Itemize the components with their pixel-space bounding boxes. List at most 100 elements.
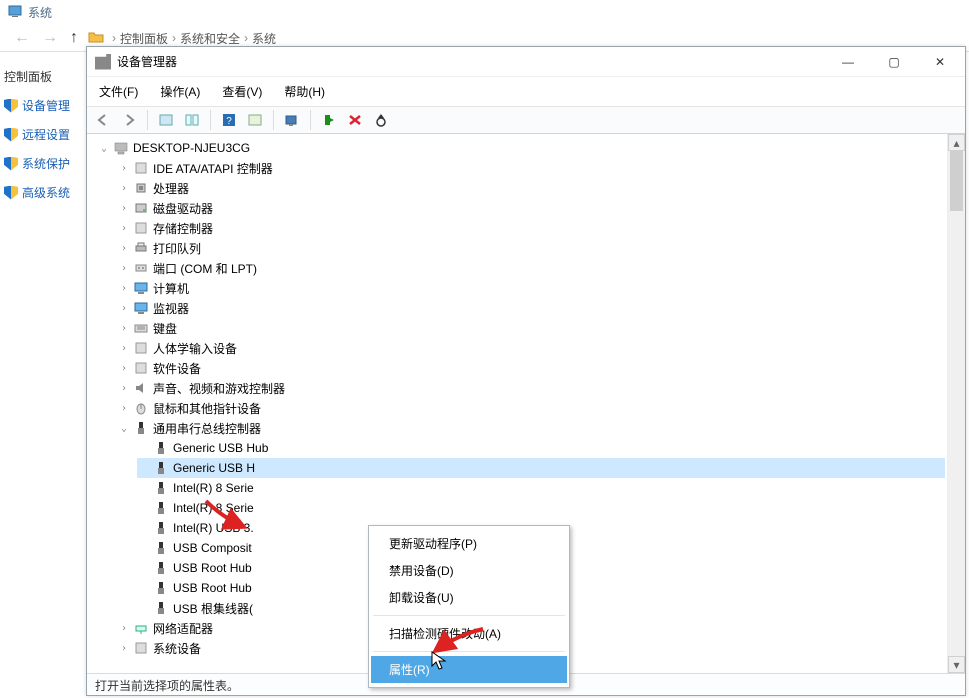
tree-item-label: 磁盘驱动器 <box>153 200 213 217</box>
tree-category[interactable]: ›端口 (COM 和 LPT) <box>117 258 945 278</box>
ide-icon <box>133 160 149 176</box>
expander-icon[interactable]: › <box>117 363 131 374</box>
tree-item-label: 声音、视频和游戏控制器 <box>153 380 285 397</box>
tree-device-usb[interactable]: Generic USB H <box>137 458 945 478</box>
nav-forward-icon[interactable]: → <box>42 29 58 47</box>
svg-text:?: ? <box>226 116 232 127</box>
tree-category-usb[interactable]: ⌄通用串行总线控制器 <box>117 418 945 438</box>
left-item-label: 高级系统 <box>22 184 70 201</box>
left-item-label: 系统保护 <box>22 155 70 172</box>
tree-device-usb[interactable]: Intel(R) 8 Serie <box>137 498 945 518</box>
toolbar-enable-button[interactable] <box>317 109 341 131</box>
maximize-button[interactable]: ▢ <box>871 47 917 77</box>
expander-icon[interactable]: › <box>117 303 131 314</box>
expander-icon[interactable]: › <box>117 623 131 634</box>
breadcrumb-item[interactable]: 系统和安全 <box>180 30 240 47</box>
tree-category[interactable]: › 声音、视频和游戏控制器 <box>117 378 945 398</box>
left-item-remote[interactable]: 远程设置 <box>2 120 84 149</box>
expander-icon[interactable]: › <box>117 203 131 214</box>
expander-icon[interactable]: › <box>117 243 131 254</box>
tree-root[interactable]: ⌄ DESKTOP-NJEU3CG <box>97 138 945 158</box>
usb-icon <box>153 440 169 456</box>
tree-category[interactable]: ›IDE ATA/ATAPI 控制器 <box>117 158 945 178</box>
context-menu: 更新驱动程序(P) 禁用设备(D) 卸载设备(U) 扫描检测硬件改动(A) 属性… <box>368 525 570 688</box>
app-icon <box>95 54 111 70</box>
tree-category[interactable]: › 磁盘驱动器 <box>117 198 945 218</box>
tree-item-label: 软件设备 <box>153 360 201 377</box>
expander-icon[interactable]: › <box>117 403 131 414</box>
tree-category[interactable]: › 存储控制器 <box>117 218 945 238</box>
close-button[interactable]: ✕ <box>917 47 963 77</box>
tree-device-usb[interactable]: Generic USB Hub <box>137 438 945 458</box>
scroll-track[interactable] <box>948 151 965 656</box>
tree-category[interactable]: › 计算机 <box>117 278 945 298</box>
expander-icon[interactable]: › <box>117 223 131 234</box>
printer-icon <box>133 240 149 256</box>
vertical-scrollbar[interactable]: ▴ ▾ <box>948 134 965 673</box>
tree-category[interactable]: › 软件设备 <box>117 358 945 378</box>
left-item-device-manager[interactable]: 设备管理 <box>2 91 84 120</box>
toolbar-back-button[interactable] <box>91 109 115 131</box>
usb-icon <box>153 540 169 556</box>
usb-icon <box>153 580 169 596</box>
nav-up-icon[interactable]: ↑ <box>70 29 78 47</box>
expander-icon[interactable]: › <box>117 383 131 394</box>
left-item-control-panel[interactable]: 控制面板 <box>2 62 84 91</box>
ctx-update-driver[interactable]: 更新驱动程序(P) <box>371 530 567 557</box>
ctx-separator <box>373 615 565 616</box>
titlebar[interactable]: 设备管理器 — ▢ ✕ <box>87 47 965 77</box>
minimize-button[interactable]: — <box>825 47 871 77</box>
scroll-down-button[interactable]: ▾ <box>948 656 965 673</box>
usb-icon <box>153 560 169 576</box>
tree-category[interactable]: ›人体学输入设备 <box>117 338 945 358</box>
ctx-item-label: 属性(R) <box>389 661 430 678</box>
left-item-label: 控制面板 <box>4 68 52 85</box>
ctx-item-label: 更新驱动程序(P) <box>389 535 477 552</box>
toolbar-properties-button[interactable] <box>243 109 267 131</box>
tree-category[interactable]: ›键盘 <box>117 318 945 338</box>
network-icon <box>133 620 149 636</box>
ctx-disable-device[interactable]: 禁用设备(D) <box>371 557 567 584</box>
expander-icon[interactable]: ⌄ <box>97 143 111 154</box>
toolbar-update-button[interactable] <box>369 109 393 131</box>
breadcrumb-item[interactable]: 控制面板 <box>120 30 168 47</box>
toolbar-uninstall-button[interactable] <box>343 109 367 131</box>
tree-category[interactable]: ›鼠标和其他指针设备 <box>117 398 945 418</box>
toolbar-help-button[interactable]: ? <box>217 109 241 131</box>
ctx-uninstall-device[interactable]: 卸载设备(U) <box>371 584 567 611</box>
tree-item-label: 计算机 <box>153 280 189 297</box>
expander-icon[interactable]: ⌄ <box>117 423 131 434</box>
toolbar-scan-button[interactable] <box>280 109 304 131</box>
menu-file[interactable]: 文件(F) <box>97 81 140 102</box>
tree-category[interactable]: ›处理器 <box>117 178 945 198</box>
expander-icon[interactable]: › <box>117 283 131 294</box>
audio-icon <box>133 380 149 396</box>
soft-icon <box>133 360 149 376</box>
tree-item-label: 系统设备 <box>153 640 201 657</box>
menu-view[interactable]: 查看(V) <box>220 81 264 102</box>
tree-category[interactable]: ›打印队列 <box>117 238 945 258</box>
menu-help[interactable]: 帮助(H) <box>282 81 327 102</box>
ctx-properties[interactable]: 属性(R) <box>371 656 567 683</box>
left-item-advanced[interactable]: 高级系统 <box>2 178 84 207</box>
toolbar-show-hidden-button[interactable] <box>154 109 178 131</box>
scroll-up-button[interactable]: ▴ <box>948 134 965 151</box>
scroll-thumb[interactable] <box>950 151 963 211</box>
menu-action[interactable]: 操作(A) <box>158 81 202 102</box>
left-item-protection[interactable]: 系统保护 <box>2 149 84 178</box>
expander-icon[interactable]: › <box>117 643 131 654</box>
expander-icon[interactable]: › <box>117 323 131 334</box>
expander-icon[interactable]: › <box>117 163 131 174</box>
ctx-scan-hardware[interactable]: 扫描检测硬件改动(A) <box>371 620 567 647</box>
tree-category[interactable]: ›监视器 <box>117 298 945 318</box>
nav-back-icon[interactable]: ← <box>14 29 30 47</box>
toolbar-forward-button[interactable] <box>117 109 141 131</box>
expander-icon[interactable]: › <box>117 343 131 354</box>
toolbar-view-button[interactable] <box>180 109 204 131</box>
tree-device-usb[interactable]: Intel(R) 8 Serie <box>137 478 945 498</box>
breadcrumb-item[interactable]: 系统 <box>252 30 276 47</box>
shield-icon <box>4 128 18 142</box>
tree-item-label: 存储控制器 <box>153 220 213 237</box>
expander-icon[interactable]: › <box>117 183 131 194</box>
expander-icon[interactable]: › <box>117 263 131 274</box>
